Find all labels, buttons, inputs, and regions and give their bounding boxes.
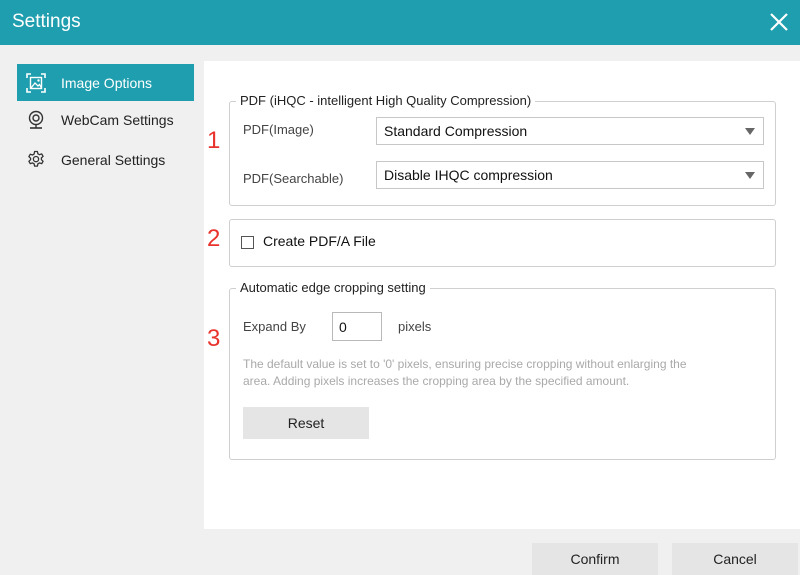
step-marker-1: 1 xyxy=(207,127,221,154)
image-icon xyxy=(25,72,47,94)
group-legend: Automatic edge cropping setting xyxy=(236,280,430,295)
sidebar-item-image-options[interactable]: Image Options xyxy=(17,64,194,101)
sidebar-item-label: WebCam Settings xyxy=(61,111,174,128)
pixels-unit-label: pixels xyxy=(398,319,432,334)
chevron-down-icon xyxy=(745,172,755,179)
pdf-image-value: Standard Compression xyxy=(384,123,528,139)
pdfa-checkbox[interactable] xyxy=(241,236,254,249)
pdf-searchable-value: Disable IHQC compression xyxy=(384,167,553,183)
cropping-hint-line-1: The default value is set to '0' pixels, … xyxy=(243,357,687,371)
pdf-image-select[interactable]: Standard Compression xyxy=(376,117,764,145)
pdf-image-label: PDF(Image) xyxy=(243,122,314,137)
main-panel: PDF (iHQC - intelligent High Quality Com… xyxy=(204,61,800,529)
sidebar-item-webcam-settings[interactable]: WebCam Settings xyxy=(17,101,194,138)
cropping-hint-line-2: area. Adding pixels increases the croppi… xyxy=(243,374,630,388)
step-marker-2: 2 xyxy=(207,225,221,252)
pdfa-group: Create PDF/A File xyxy=(229,219,776,267)
expand-by-label: Expand By xyxy=(243,319,306,334)
group-legend: PDF (iHQC - intelligent High Quality Com… xyxy=(236,93,536,108)
pdfa-label: Create PDF/A File xyxy=(263,233,376,249)
reset-button[interactable]: Reset xyxy=(243,407,369,439)
gear-icon xyxy=(25,149,47,171)
expand-by-input[interactable] xyxy=(332,312,382,341)
sidebar-item-label: Image Options xyxy=(61,74,153,91)
step-marker-3: 3 xyxy=(207,325,221,352)
sidebar-item-label: General Settings xyxy=(61,151,166,168)
pdf-searchable-label: PDF(Searchable) xyxy=(243,171,344,186)
close-icon[interactable] xyxy=(766,9,792,35)
title-bar: Settings xyxy=(0,0,800,45)
sidebar: Image Options WebCam Settings General Se… xyxy=(0,45,204,575)
sidebar-item-general-settings[interactable]: General Settings xyxy=(17,141,194,178)
webcam-icon xyxy=(25,109,47,131)
pdf-compression-group: PDF (iHQC - intelligent High Quality Com… xyxy=(229,93,776,206)
confirm-button[interactable]: Confirm xyxy=(532,543,658,575)
edge-cropping-group: Automatic edge cropping setting Expand B… xyxy=(229,280,776,460)
pdf-searchable-select[interactable]: Disable IHQC compression xyxy=(376,161,764,189)
cancel-button[interactable]: Cancel xyxy=(672,543,798,575)
chevron-down-icon xyxy=(745,128,755,135)
window-title: Settings xyxy=(12,11,81,32)
